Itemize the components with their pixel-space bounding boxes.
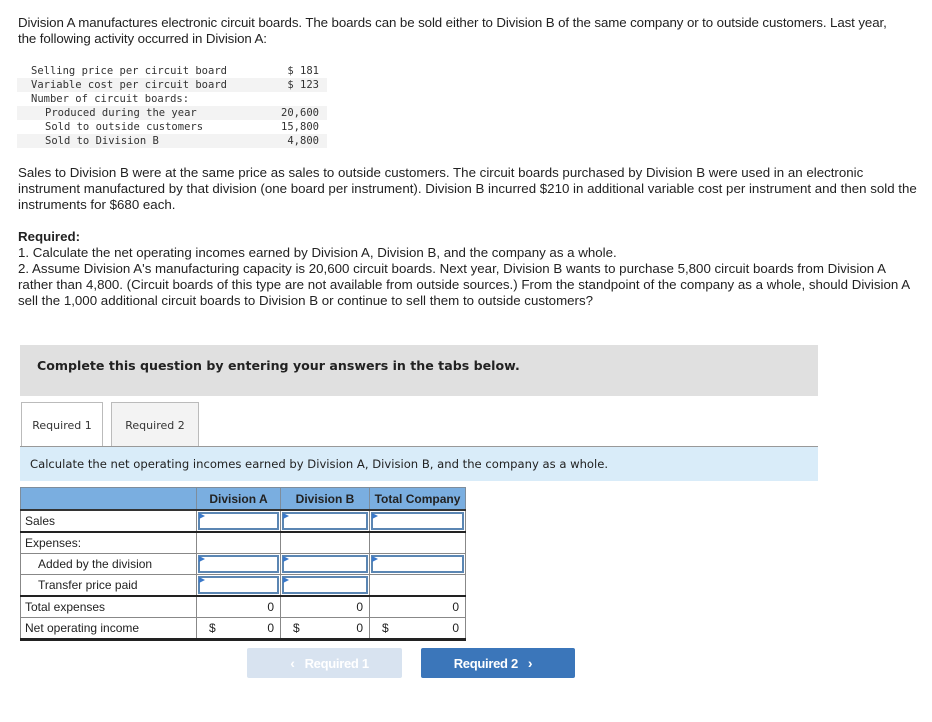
table-row-expenses: Expenses: bbox=[20, 531, 466, 554]
data-label: Variable cost per circuit board bbox=[17, 78, 227, 92]
sales-division-b-input[interactable] bbox=[282, 512, 368, 530]
problem-paragraph-2: Sales to Division B were at the same pri… bbox=[18, 165, 917, 212]
sales-division-a-input[interactable] bbox=[198, 512, 279, 530]
tab-required-2[interactable]: Required 2 bbox=[111, 402, 199, 447]
required-item-2: 2. Assume Division A's manufacturing cap… bbox=[18, 261, 910, 308]
chevron-left-icon: ‹ bbox=[290, 655, 295, 671]
row-label: Sales bbox=[20, 509, 197, 533]
data-row: Sold to Division B 4,800 bbox=[17, 134, 327, 148]
row-label: Transfer price paid bbox=[20, 574, 197, 597]
data-value: 15,800 bbox=[281, 121, 319, 133]
sales-total-company-input[interactable] bbox=[371, 512, 464, 530]
added-division-b-input[interactable] bbox=[282, 555, 368, 573]
header-division-b: Division B bbox=[280, 487, 370, 511]
required-heading: Required: bbox=[18, 229, 81, 244]
empty-cell bbox=[280, 531, 370, 554]
empty-cell bbox=[369, 574, 466, 597]
row-label: Net operating income bbox=[20, 617, 197, 641]
data-row: Produced during the year 20,600 bbox=[17, 106, 327, 120]
data-row: Variable cost per circuit board $ 123 bbox=[17, 78, 327, 92]
data-label: Sold to outside customers bbox=[45, 121, 204, 133]
total-expenses-total-company: 0 bbox=[452, 600, 459, 614]
added-total-company-input[interactable] bbox=[371, 555, 464, 573]
problem-intro: Division A manufactures electronic circu… bbox=[18, 15, 887, 46]
added-division-a-input[interactable] bbox=[198, 555, 279, 573]
net-income-division-b: 0 bbox=[356, 621, 363, 635]
data-value: 20,600 bbox=[226, 106, 327, 120]
table-row-sales: Sales bbox=[20, 509, 466, 533]
row-label: Expenses: bbox=[20, 531, 197, 554]
instruction-text: Calculate the net operating incomes earn… bbox=[30, 457, 609, 471]
prev-button-label: Required 1 bbox=[304, 655, 369, 671]
row-label: Total expenses bbox=[20, 595, 197, 618]
row-label: Added by the division bbox=[20, 553, 197, 575]
banner-text: Complete this question by entering your … bbox=[37, 358, 520, 373]
table-row-net-income: Net operating income $0 $0 $0 bbox=[20, 617, 466, 641]
chevron-right-icon: › bbox=[527, 655, 533, 671]
currency-symbol: $ bbox=[382, 621, 389, 635]
next-button-label: Required 2 bbox=[453, 655, 518, 671]
data-label: Produced during the year bbox=[17, 106, 227, 120]
data-row: Number of circuit boards: bbox=[17, 92, 327, 106]
tab-required-1[interactable]: Required 1 bbox=[21, 402, 103, 448]
header-blank bbox=[20, 487, 197, 511]
total-expenses-division-a: 0 bbox=[267, 600, 274, 614]
empty-cell bbox=[369, 531, 466, 554]
data-value: 4,800 bbox=[226, 134, 327, 148]
net-income-total-company: 0 bbox=[452, 621, 459, 635]
tab-instruction: Calculate the net operating incomes earn… bbox=[20, 447, 818, 481]
required-section: Required: 1. Calculate the net operating… bbox=[18, 229, 918, 309]
instructions-banner: Complete this question by entering your … bbox=[20, 345, 818, 396]
header-total-company: Total Company bbox=[369, 487, 466, 511]
currency-symbol: $ bbox=[293, 621, 300, 635]
empty-cell bbox=[196, 531, 281, 554]
total-expenses-division-b: 0 bbox=[356, 600, 363, 614]
data-value: $ 123 bbox=[226, 78, 327, 92]
header-division-a: Division A bbox=[196, 487, 281, 511]
required-item-1: 1. Calculate the net operating incomes e… bbox=[18, 245, 617, 260]
table-row-added: Added by the division bbox=[20, 553, 466, 575]
data-value: $ 181 bbox=[287, 65, 319, 77]
data-label: Number of circuit boards: bbox=[31, 93, 190, 105]
transfer-division-a-input[interactable] bbox=[198, 576, 279, 594]
prev-required-1-button[interactable]: ‹ Required 1 bbox=[247, 648, 402, 678]
data-row: Sold to outside customers 15,800 bbox=[17, 120, 327, 134]
next-required-2-button[interactable]: Required 2 › bbox=[421, 648, 575, 678]
data-value bbox=[227, 92, 327, 106]
currency-symbol: $ bbox=[209, 621, 216, 635]
header-row: Division A Division B Total Company bbox=[20, 487, 466, 511]
data-row: Selling price per circuit board $ 181 bbox=[17, 64, 327, 78]
data-label: Selling price per circuit board bbox=[31, 65, 227, 77]
table-row-transfer: Transfer price paid bbox=[20, 574, 466, 597]
transfer-division-b-input[interactable] bbox=[282, 576, 368, 594]
answer-table: Division A Division B Total Company Sale… bbox=[20, 487, 466, 641]
net-income-division-a: 0 bbox=[267, 621, 274, 635]
table-row-total-expenses: Total expenses 0 0 0 bbox=[20, 595, 466, 618]
activity-data-table: Selling price per circuit board $ 181 Var… bbox=[17, 64, 327, 148]
data-label: Sold to Division B bbox=[17, 134, 227, 148]
